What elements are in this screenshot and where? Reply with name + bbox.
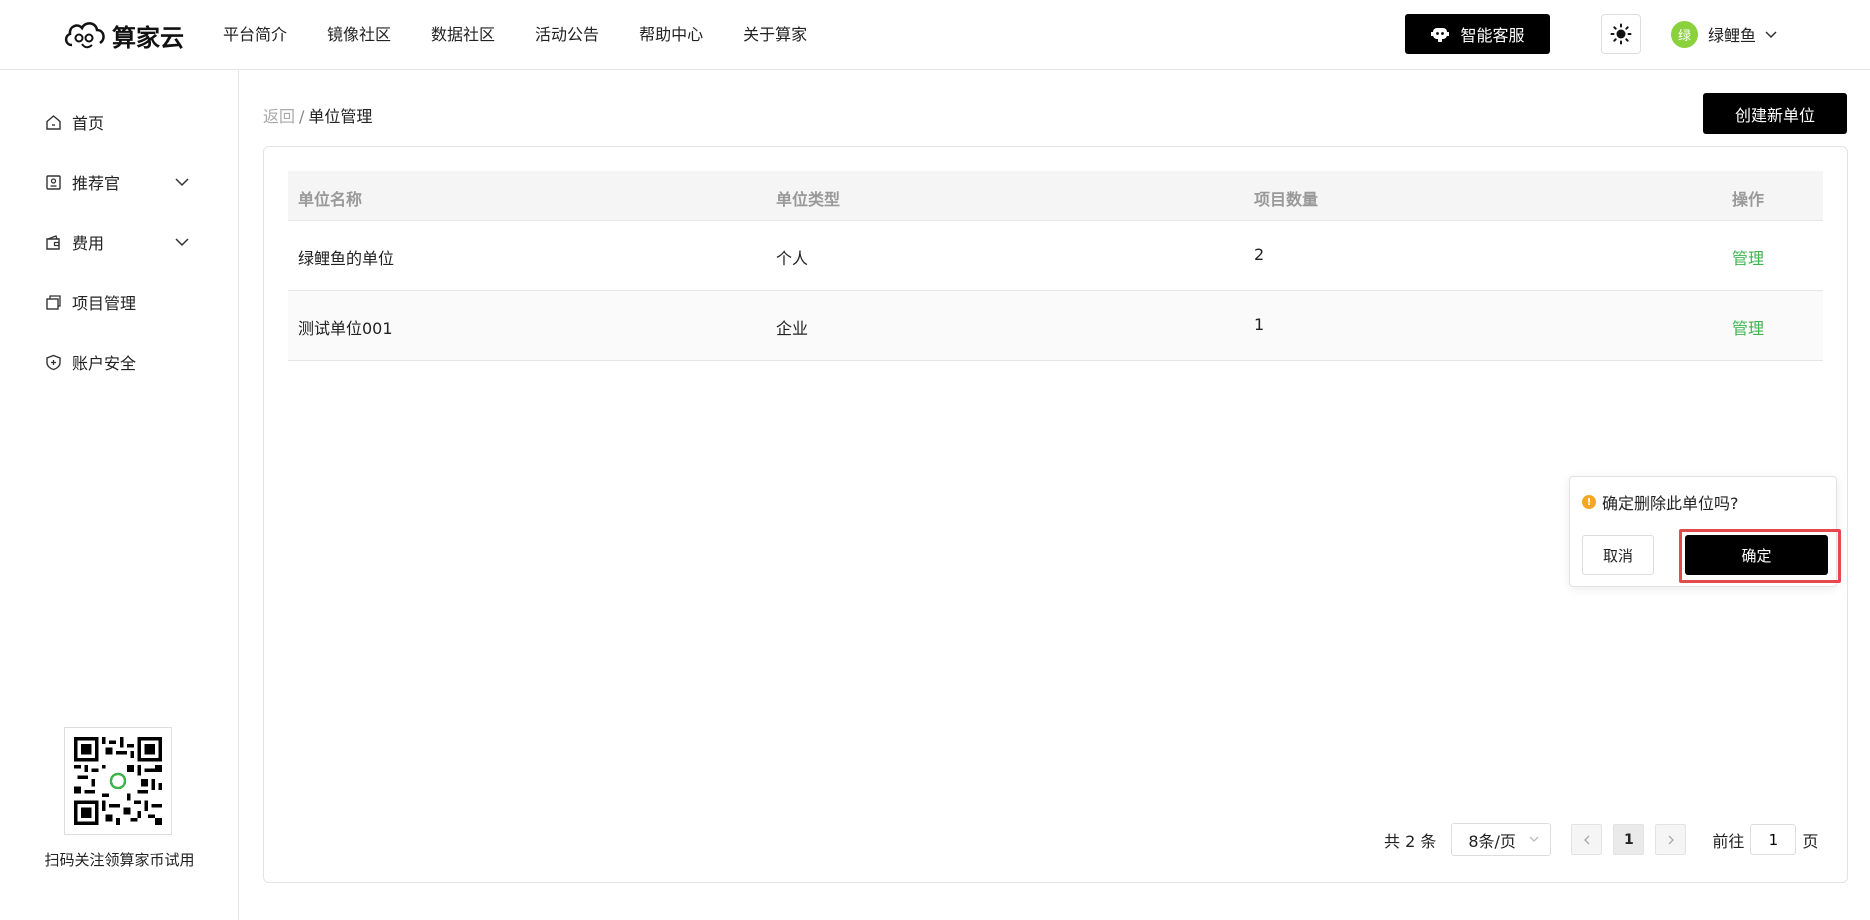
confirm-button-highlight: 确定 xyxy=(1679,529,1841,583)
theme-toggle-button[interactable] xyxy=(1601,14,1641,54)
cell-unit-name: 测试单位001 xyxy=(298,319,393,338)
page-size-select[interactable]: 8条/页 xyxy=(1451,823,1552,856)
cancel-button[interactable]: 取消 xyxy=(1582,535,1654,575)
breadcrumb-back-link[interactable]: 返回 xyxy=(263,107,295,126)
nav-item-announcements[interactable]: 活动公告 xyxy=(535,21,599,45)
sidebar-item-label: 项目管理 xyxy=(72,294,137,313)
cell-project-count: 2 xyxy=(1254,245,1265,264)
nav-item-platform[interactable]: 平台简介 xyxy=(223,21,287,45)
warning-icon: ! xyxy=(1582,495,1596,509)
shield-icon xyxy=(46,354,61,370)
project-icon xyxy=(46,294,61,310)
page-size-value: 8条/页 xyxy=(1468,831,1516,851)
badge-icon xyxy=(46,174,61,190)
chevron-down-icon[interactable] xyxy=(174,235,190,249)
goto-label: 前往 xyxy=(1712,831,1745,851)
cell-unit-name: 绿鲤鱼的单位 xyxy=(298,249,395,268)
manage-link[interactable]: 管理 xyxy=(1732,315,1764,339)
cell-project-count: 1 xyxy=(1254,315,1265,334)
pagination: 共 2 条 8条/页 1 前往 页 xyxy=(1384,823,1818,856)
smart-service-button[interactable]: 智能客服 xyxy=(1405,14,1550,54)
sidebar-item-label: 费用 xyxy=(72,234,105,253)
cloud-logo-icon xyxy=(64,22,105,49)
cell-unit-type: 企业 xyxy=(776,319,809,338)
nav-item-help[interactable]: 帮助中心 xyxy=(639,21,703,45)
robot-icon xyxy=(1431,28,1450,42)
logo-text: 算家云 xyxy=(112,23,184,52)
nav-item-image-community[interactable]: 镜像社区 xyxy=(327,21,391,45)
sidebar-item-label: 账户安全 xyxy=(72,354,137,373)
chevron-down-icon[interactable] xyxy=(174,175,190,189)
qr-caption: 扫码关注领算家币试用 xyxy=(44,851,195,869)
breadcrumb-current: 单位管理 xyxy=(308,107,373,126)
table-row: 绿鲤鱼的单位 个人 2 管理 xyxy=(288,221,1823,291)
sidebar: 首页 推荐官 费用 项目管理 账户安全 扫码关注领算家币试用 xyxy=(0,70,239,920)
breadcrumb-separator: / xyxy=(299,107,305,126)
wallet-icon xyxy=(46,234,60,250)
cell-unit-type: 个人 xyxy=(776,249,809,268)
sidebar-item-home[interactable]: 首页 xyxy=(45,110,104,134)
chevron-right-icon xyxy=(1668,835,1674,844)
qr-code xyxy=(64,727,172,835)
create-unit-button[interactable]: 创建新单位 xyxy=(1703,93,1847,134)
sidebar-item-label: 推荐官 xyxy=(72,174,121,193)
column-header-type: 单位类型 xyxy=(776,190,841,209)
confirm-button[interactable]: 确定 xyxy=(1685,535,1828,575)
next-page-button[interactable] xyxy=(1655,824,1687,855)
goto-suffix: 页 xyxy=(1802,831,1819,851)
qr-code-icon xyxy=(74,737,162,825)
table-header: 单位名称 单位类型 项目数量 操作 xyxy=(288,171,1823,221)
chevron-down-icon xyxy=(1765,31,1777,39)
column-header-count: 项目数量 xyxy=(1254,190,1319,209)
sidebar-item-referrer[interactable]: 推荐官 xyxy=(45,170,195,194)
avatar: 绿 xyxy=(1671,20,1698,48)
page-number-button[interactable]: 1 xyxy=(1613,824,1645,855)
nav-item-about[interactable]: 关于算家 xyxy=(743,21,807,45)
goto-page-input[interactable] xyxy=(1750,824,1797,855)
home-icon xyxy=(46,114,61,130)
delete-confirm-popover: ! 确定删除此单位吗? 取消 确定 xyxy=(1569,476,1841,587)
popover-message: 确定删除此单位吗? xyxy=(1602,494,1739,513)
breadcrumb: 返回 / 单位管理 xyxy=(263,103,372,127)
sidebar-item-billing[interactable]: 费用 xyxy=(45,230,104,254)
column-header-action: 操作 xyxy=(1732,190,1765,209)
prev-page-button[interactable] xyxy=(1571,824,1603,855)
chevron-down-icon xyxy=(1529,836,1539,842)
units-table: 单位名称 单位类型 项目数量 操作 绿鲤鱼的单位 个人 2 管理 测试单位001… xyxy=(288,171,1823,361)
sidebar-item-projects[interactable]: 项目管理 xyxy=(45,290,136,314)
column-header-name: 单位名称 xyxy=(298,190,363,209)
sun-icon xyxy=(1610,23,1632,45)
manage-link[interactable]: 管理 xyxy=(1732,245,1764,269)
pagination-total: 共 2 条 xyxy=(1384,831,1437,851)
user-menu[interactable]: 绿 绿鲤鱼 xyxy=(1671,20,1778,48)
logo[interactable]: 算家云 xyxy=(62,12,184,58)
user-name: 绿鲤鱼 xyxy=(1708,26,1757,45)
top-header: 算家云 平台简介 镜像社区 数据社区 活动公告 帮助中心 关于算家 智能客服 绿… xyxy=(0,0,1870,70)
sidebar-item-label: 首页 xyxy=(72,114,105,133)
table-row: 测试单位001 企业 1 管理 xyxy=(288,291,1823,361)
chevron-left-icon xyxy=(1583,835,1590,844)
sidebar-item-security[interactable]: 账户安全 xyxy=(45,350,136,374)
smart-service-label: 智能客服 xyxy=(1460,26,1525,45)
nav-item-data-community[interactable]: 数据社区 xyxy=(431,21,495,45)
top-nav: 平台简介 镜像社区 数据社区 活动公告 帮助中心 关于算家 xyxy=(223,0,847,66)
popover-message-row: ! 确定删除此单位吗? xyxy=(1582,490,1739,514)
